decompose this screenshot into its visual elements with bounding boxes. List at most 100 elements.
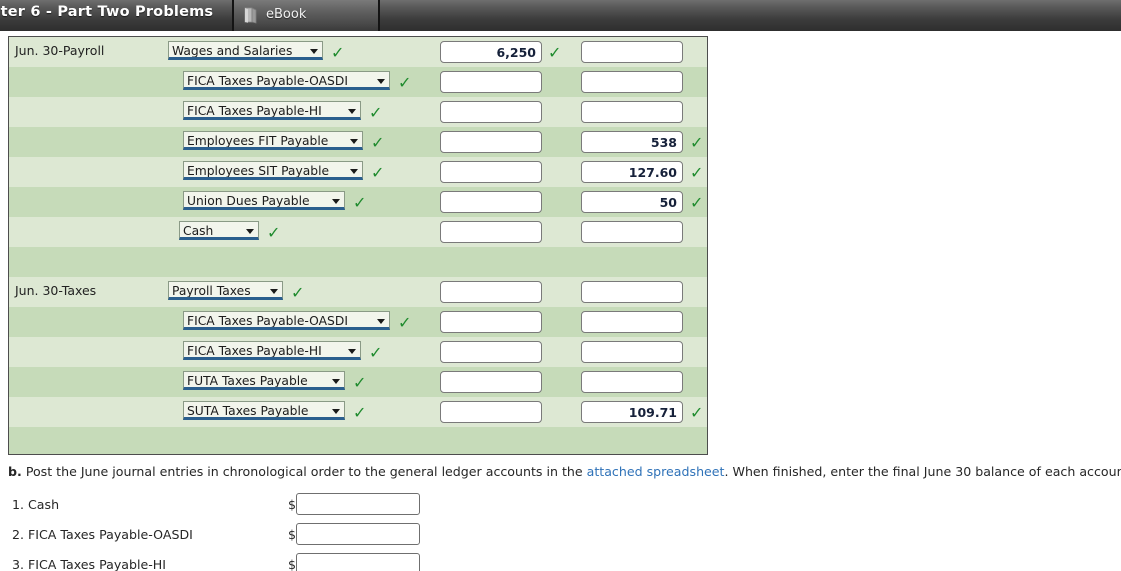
account-select-value: Payroll Taxes [172, 284, 251, 298]
account-select[interactable]: SUTA Taxes Payable [183, 401, 345, 420]
journal-row: FUTA Taxes Payable ✓ [9, 367, 707, 397]
account-select-value: Employees SIT Payable [187, 164, 330, 178]
journal-row: FICA Taxes Payable-OASDI ✓ [9, 307, 707, 337]
account-select-value: FICA Taxes Payable-OASDI [187, 74, 348, 88]
journal-row: FICA Taxes Payable-HI ✓ [9, 337, 707, 367]
account-valid-check-icon: ✓ [353, 193, 367, 212]
journal-row: Employees FIT Payable ✓ ✓ [9, 127, 707, 157]
debit-amount-input[interactable] [440, 161, 542, 183]
tab-divider-right [378, 0, 380, 31]
debit-amount-input[interactable] [440, 371, 542, 393]
account-select[interactable]: Cash [179, 221, 259, 240]
credit-amount-input[interactable] [581, 131, 683, 153]
debit-amount-input[interactable] [440, 311, 542, 333]
account-select[interactable]: Employees SIT Payable [183, 161, 363, 180]
journal-row: Jun. 30-Payroll Wages and Salaries ✓ ✓ [9, 37, 707, 67]
credit-amount-input[interactable] [581, 371, 683, 393]
journal-row: Cash ✓ [9, 217, 707, 247]
chevron-down-icon [332, 379, 340, 384]
currency-symbol: $ [288, 497, 297, 512]
journal-row-date: Jun. 30-Taxes [15, 283, 97, 298]
account-select[interactable]: FICA Taxes Payable-HI [183, 341, 361, 360]
account-select[interactable]: FICA Taxes Payable-HI [183, 101, 361, 120]
credit-valid-check-icon: ✓ [690, 193, 704, 212]
debit-amount-input[interactable] [440, 341, 542, 363]
credit-amount-input[interactable] [581, 161, 683, 183]
journal-row: Jun. 30-Taxes Payroll Taxes ✓ [9, 277, 707, 307]
debit-amount-input[interactable] [440, 191, 542, 213]
credit-amount-input[interactable] [581, 221, 683, 243]
ledger-balance-input[interactable] [296, 553, 420, 571]
journal-row-date: Jun. 30-Payroll [15, 43, 105, 58]
account-valid-check-icon: ✓ [291, 283, 305, 302]
chevron-down-icon [350, 169, 358, 174]
page-root: pter 6 - Part Two Problems eBook Jun. 30… [0, 0, 1121, 571]
debit-amount-input[interactable] [440, 401, 542, 423]
account-valid-check-icon: ✓ [371, 163, 385, 182]
journal-row: FICA Taxes Payable-OASDI ✓ [9, 67, 707, 97]
account-select-value: Union Dues Payable [187, 194, 310, 208]
ledger-balance-input[interactable] [296, 493, 420, 515]
chevron-down-icon [332, 409, 340, 414]
credit-amount-input[interactable] [581, 401, 683, 423]
account-valid-check-icon: ✓ [398, 73, 412, 92]
credit-amount-input[interactable] [581, 71, 683, 93]
chevron-down-icon [348, 349, 356, 354]
debit-amount-input[interactable] [440, 71, 542, 93]
credit-amount-input[interactable] [581, 41, 683, 63]
currency-symbol: $ [288, 527, 297, 542]
account-select[interactable]: Employees FIT Payable [183, 131, 363, 150]
account-select[interactable]: Wages and Salaries [168, 41, 323, 60]
account-valid-check-icon: ✓ [267, 223, 281, 242]
account-valid-check-icon: ✓ [369, 103, 383, 122]
debit-amount-input[interactable] [440, 41, 542, 63]
account-valid-check-icon: ✓ [398, 313, 412, 332]
attached-spreadsheet-link[interactable]: attached spreadsheet [587, 464, 725, 479]
account-select-value: FUTA Taxes Payable [187, 374, 308, 388]
journal-row [9, 247, 707, 277]
chevron-down-icon [377, 319, 385, 324]
tab-ebook-label: eBook [266, 7, 307, 22]
credit-amount-input[interactable] [581, 281, 683, 303]
part-b-text-before: Post the June journal entries in chronol… [21, 464, 587, 479]
account-select[interactable]: Union Dues Payable [183, 191, 345, 210]
credit-amount-input[interactable] [581, 311, 683, 333]
account-select-value: Cash [183, 224, 214, 238]
account-select-value: SUTA Taxes Payable [187, 404, 309, 418]
credit-amount-input[interactable] [581, 191, 683, 213]
part-b-marker: b. [8, 464, 22, 479]
credit-amount-input[interactable] [581, 101, 683, 123]
journal-row: Union Dues Payable ✓ ✓ [9, 187, 707, 217]
chevron-down-icon [246, 229, 254, 234]
debit-amount-input[interactable] [440, 101, 542, 123]
account-select-value: FICA Taxes Payable-OASDI [187, 314, 348, 328]
ledger-item-label: 2. FICA Taxes Payable-OASDI [12, 527, 193, 542]
part-b-text-after: . When finished, enter the final June 30… [724, 464, 1121, 479]
chevron-down-icon [310, 49, 318, 54]
account-select-value: Wages and Salaries [172, 44, 293, 58]
account-select-value: Employees FIT Payable [187, 134, 329, 148]
app-header-bar: pter 6 - Part Two Problems eBook [0, 0, 1121, 31]
debit-amount-input[interactable] [440, 281, 542, 303]
debit-amount-input[interactable] [440, 131, 542, 153]
ledger-item-label: 3. FICA Taxes Payable-HI [12, 557, 166, 571]
debit-amount-input[interactable] [440, 221, 542, 243]
journal-row [9, 427, 707, 454]
credit-valid-check-icon: ✓ [690, 403, 704, 422]
part-b-instruction: b. Post the June journal entries in chro… [8, 464, 1121, 479]
account-select[interactable]: Payroll Taxes [168, 281, 283, 300]
account-valid-check-icon: ✓ [353, 373, 367, 392]
account-select[interactable]: FUTA Taxes Payable [183, 371, 345, 390]
currency-symbol: $ [288, 557, 297, 571]
journal-row: FICA Taxes Payable-HI ✓ [9, 97, 707, 127]
account-valid-check-icon: ✓ [369, 343, 383, 362]
account-select[interactable]: FICA Taxes Payable-OASDI [183, 311, 390, 330]
chevron-down-icon [348, 109, 356, 114]
credit-valid-check-icon: ✓ [690, 133, 704, 152]
account-valid-check-icon: ✓ [371, 133, 385, 152]
account-select[interactable]: FICA Taxes Payable-OASDI [183, 71, 390, 90]
account-select-value: FICA Taxes Payable-HI [187, 344, 322, 358]
ledger-balance-input[interactable] [296, 523, 420, 545]
credit-valid-check-icon: ✓ [690, 163, 704, 182]
credit-amount-input[interactable] [581, 341, 683, 363]
